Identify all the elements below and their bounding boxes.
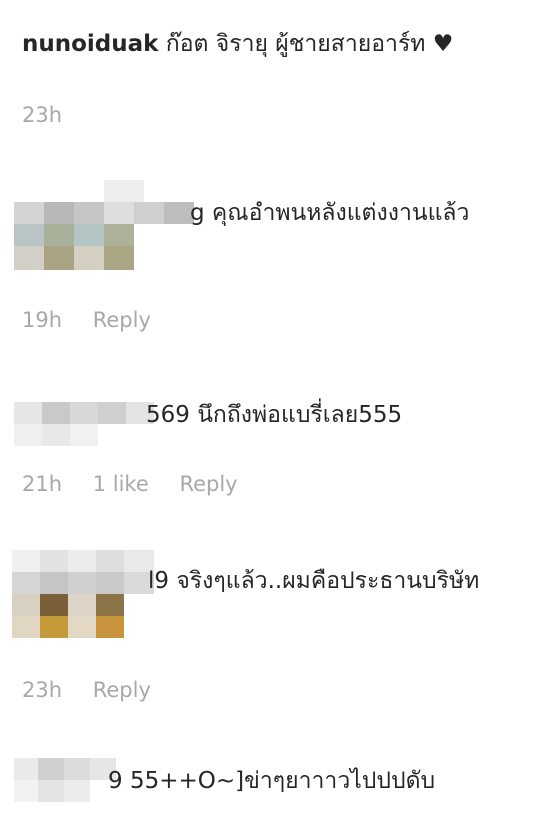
caption-comment: nunoiduak ก๊อต จิรายุ ผู้ชายสายอาร์ท ♥ (22, 26, 532, 62)
reply-button[interactable]: Reply (179, 472, 237, 496)
comment-likes[interactable]: 1 like (93, 472, 149, 496)
comment-meta: 19h Reply (22, 308, 175, 332)
comment-username[interactable]: nunoiduak (22, 31, 158, 57)
blurred-avatar-username (14, 180, 194, 272)
reply-button[interactable]: Reply (93, 678, 151, 702)
comment-text: ก๊อต จิรายุ ผู้ชายสายอาร์ท ♥ (165, 31, 454, 57)
comment-text: 9 55++O~]ข่าๆยาาาวไปปปดับ (108, 768, 436, 794)
blurred-avatar-username (12, 550, 154, 640)
comment-text: 569 นึกถึงพ่อแบรี่เลย555 (146, 402, 403, 428)
blurred-avatar-username (14, 392, 154, 452)
comment-text: l9 จริงๆแล้ว..ผมคือประธานบริษัท (148, 568, 480, 594)
comment-meta: 21h 1 like Reply (22, 472, 262, 496)
comment-meta: 23h Reply (22, 678, 175, 702)
comment-text: g คุณอำพนหลังแต่งงานแล้ว (190, 200, 470, 226)
comment-timestamp: 21h (22, 472, 63, 496)
comment-timestamp: 19h (22, 308, 63, 332)
blurred-avatar-username (14, 754, 116, 804)
comment-timestamp: 23h (22, 103, 63, 127)
comment-timestamp: 23h (22, 678, 63, 702)
reply-button[interactable]: Reply (93, 308, 151, 332)
